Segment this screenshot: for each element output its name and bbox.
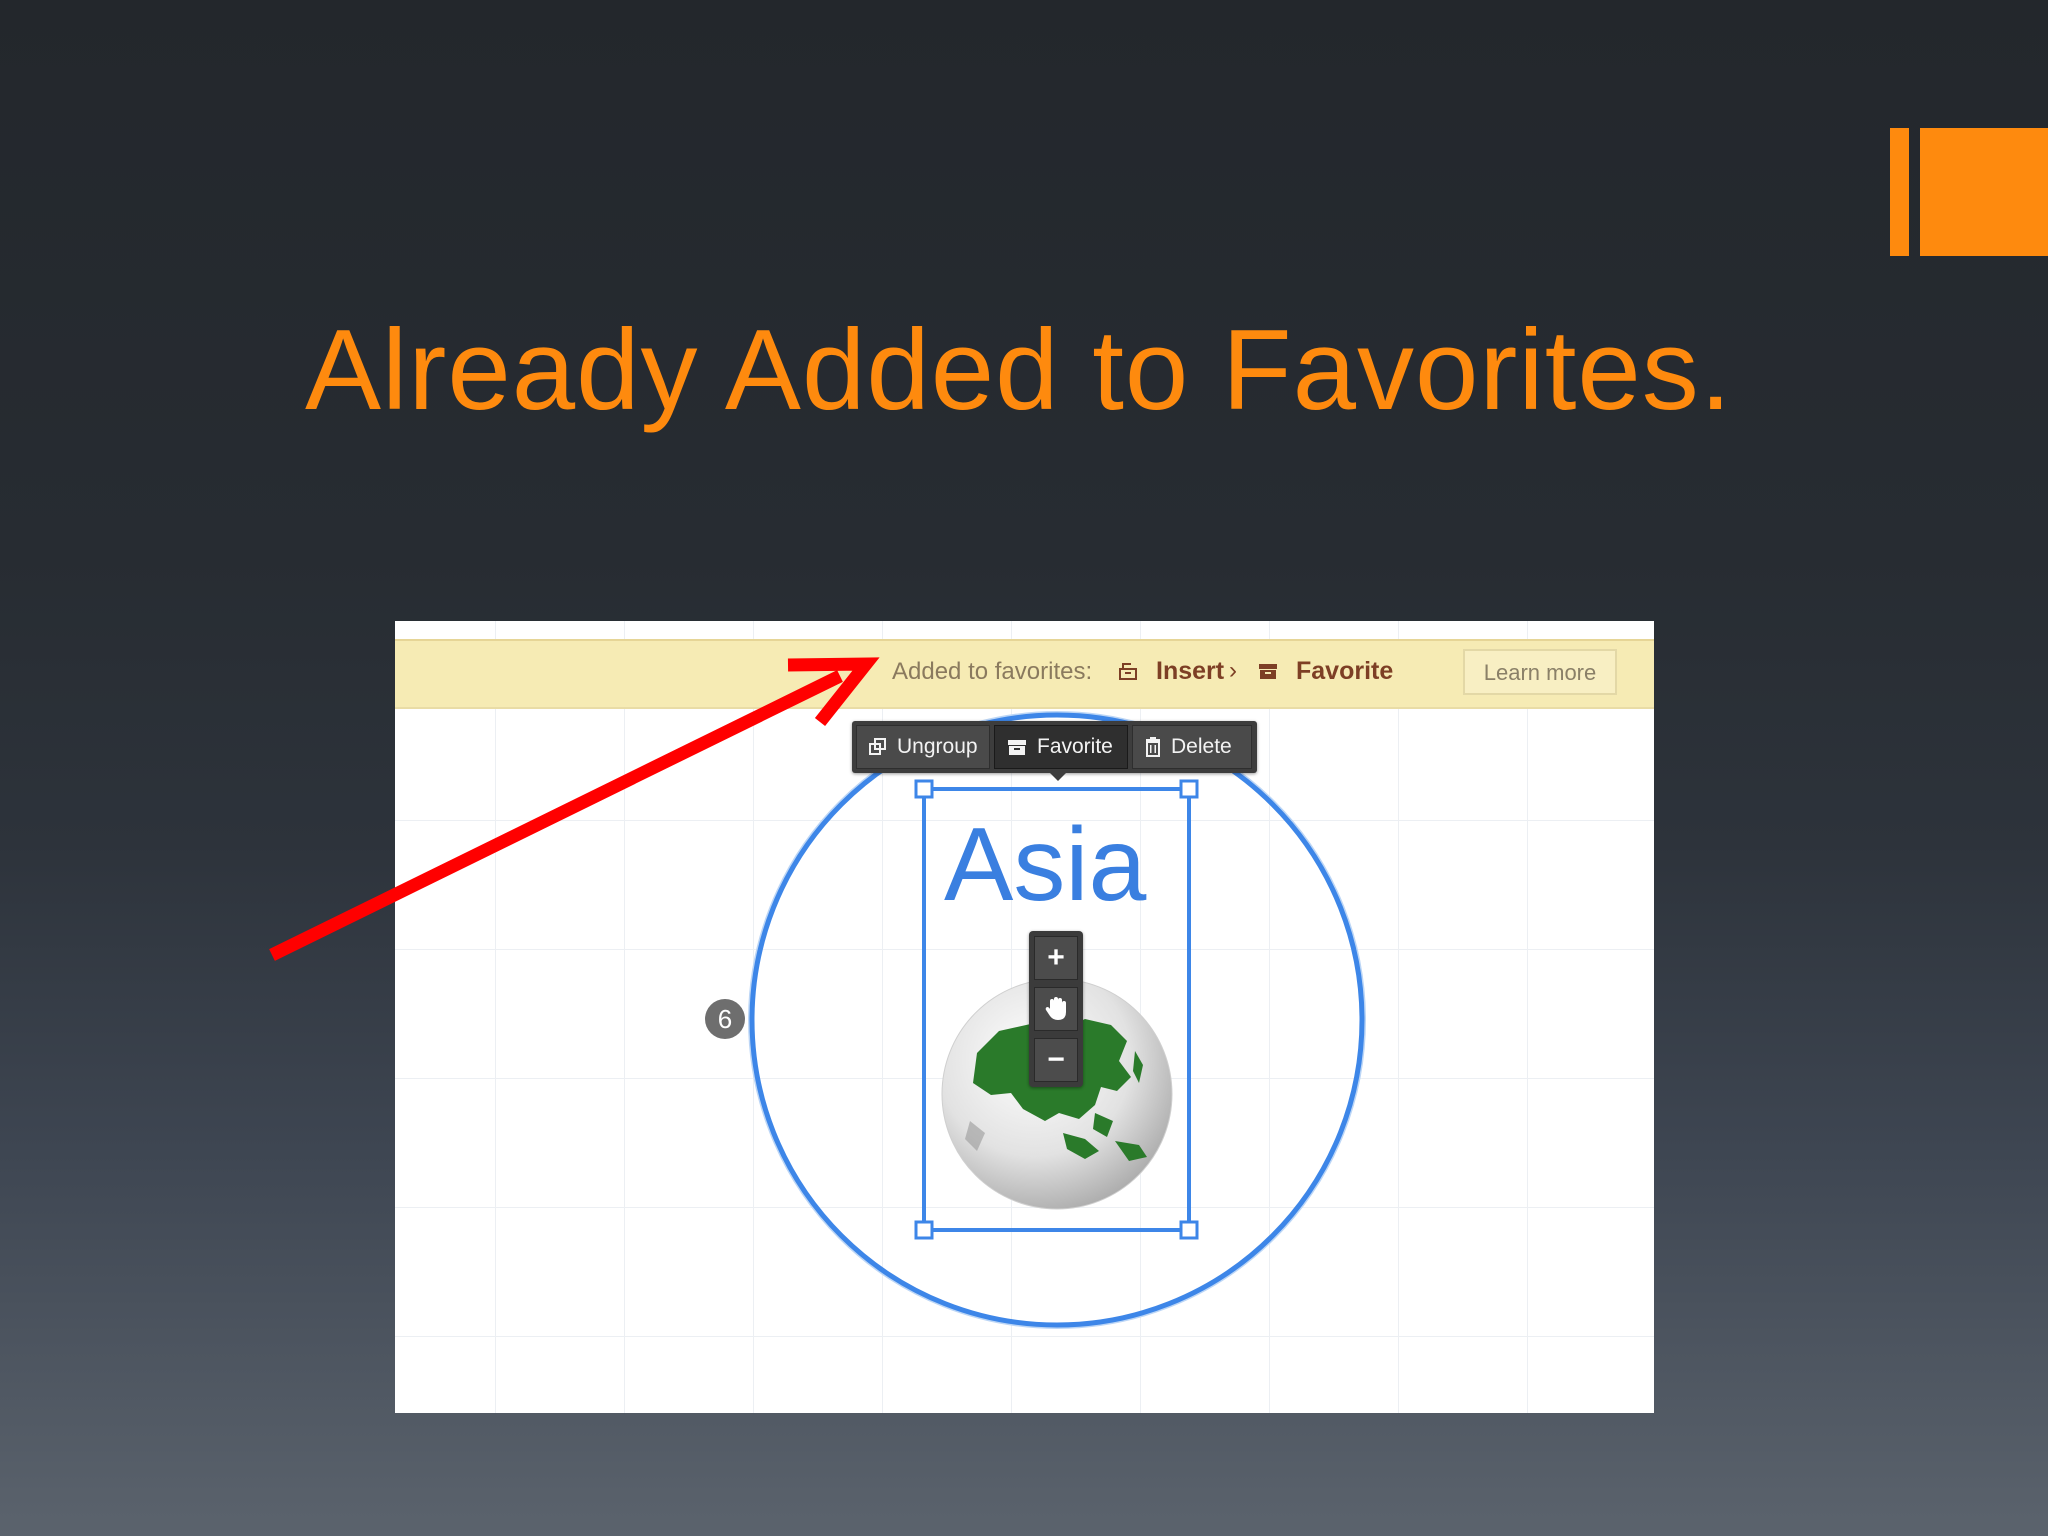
slide-accent-bar-thin bbox=[1890, 128, 1909, 256]
insert-icon bbox=[1119, 663, 1137, 680]
resize-handle-top-left[interactable] bbox=[914, 779, 934, 799]
resize-handle-bottom-left[interactable] bbox=[914, 1220, 934, 1240]
breadcrumb-separator: › bbox=[1229, 657, 1237, 684]
trash-icon bbox=[1146, 737, 1160, 757]
step-number-badge[interactable]: 6 bbox=[705, 999, 745, 1039]
pan-button[interactable] bbox=[1034, 987, 1078, 1031]
toolbar-pointer bbox=[1050, 773, 1066, 781]
resize-handle-top-right[interactable] bbox=[1179, 779, 1199, 799]
insert-link[interactable]: Insert bbox=[1156, 657, 1224, 686]
favorite-label: Favorite bbox=[1037, 735, 1113, 758]
delete-label: Delete bbox=[1171, 735, 1232, 758]
favorite-button[interactable]: Favorite bbox=[994, 725, 1128, 769]
hand-icon bbox=[1045, 997, 1066, 1020]
zoom-out-button[interactable]: − bbox=[1034, 1038, 1078, 1082]
favorite-box-icon bbox=[1008, 740, 1026, 755]
prezi-screenshot: Asia 6 + − Added to favorites: Insert › … bbox=[395, 621, 1654, 1413]
ungroup-icon bbox=[869, 738, 886, 755]
notice-text: Added to favorites: bbox=[892, 658, 1093, 685]
zoom-control: + − bbox=[1029, 931, 1083, 1087]
favorite-link[interactable]: Favorite bbox=[1296, 657, 1393, 686]
object-toolbar: Ungroup Favorite Delete bbox=[852, 721, 1257, 781]
favorites-notice-bar: Added to favorites: Insert › Favorite Le… bbox=[395, 639, 1654, 709]
delete-button[interactable]: Delete bbox=[1132, 725, 1252, 769]
asia-text[interactable]: Asia bbox=[944, 806, 1146, 925]
ungroup-label: Ungroup bbox=[897, 735, 978, 758]
ungroup-button[interactable]: Ungroup bbox=[856, 725, 990, 769]
favorite-box-icon bbox=[1259, 664, 1277, 679]
learn-more-button[interactable]: Learn more bbox=[1463, 649, 1617, 695]
zoom-in-button[interactable]: + bbox=[1034, 936, 1078, 980]
slide-accent-bar-block bbox=[1920, 128, 2048, 256]
resize-handle-bottom-right[interactable] bbox=[1179, 1220, 1199, 1240]
slide-title: Already Added to Favorites. bbox=[305, 307, 1733, 434]
